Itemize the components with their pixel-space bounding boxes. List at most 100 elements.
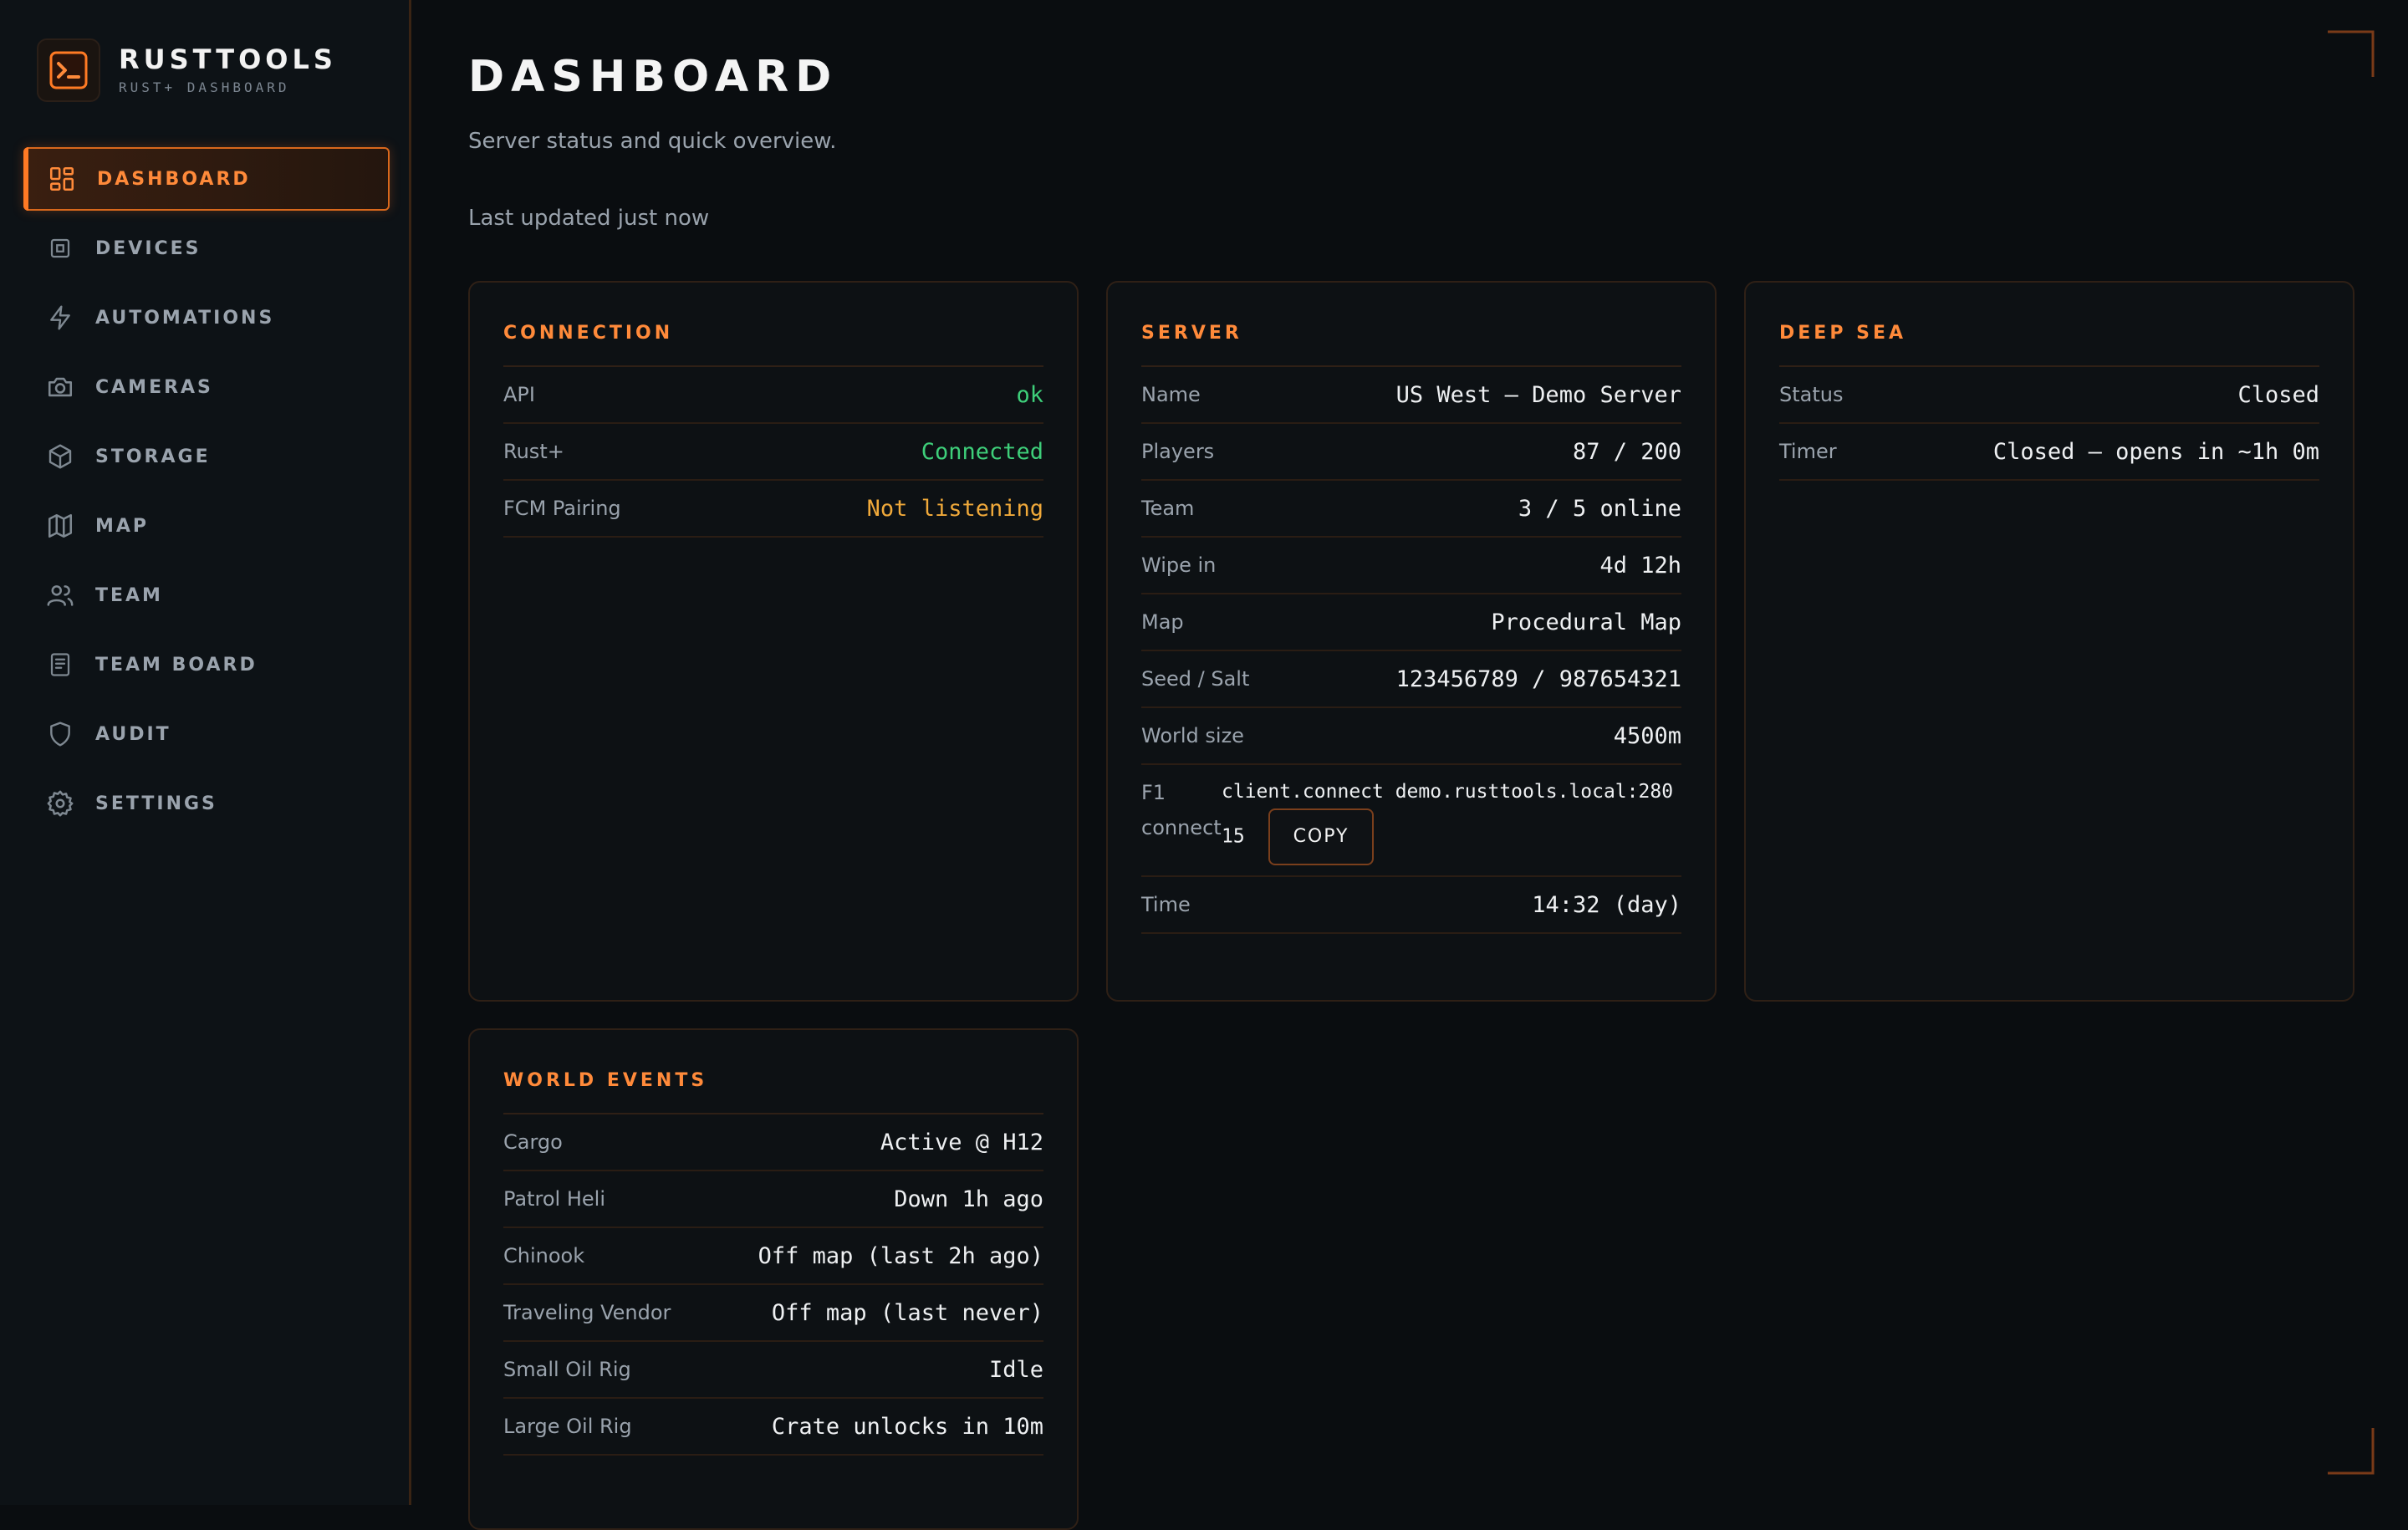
row-value: Down 1h ago [894, 1186, 1043, 1212]
page-subtitle: Server status and quick overview. [468, 129, 837, 154]
status-row-fcm: FCM Pairing Not listening [503, 481, 1043, 538]
sidebar-item-label: TEAM BOARD [95, 654, 258, 676]
sidebar-item-team-board[interactable]: TEAM BOARD [23, 633, 390, 696]
row-label: FCM Pairing [503, 497, 621, 520]
users-icon [43, 579, 77, 612]
server-row-map: Map Procedural Map [1141, 594, 1681, 651]
card-title: DEEP SEA [1779, 323, 2319, 367]
row-label: Name [1141, 383, 1201, 406]
map-icon [43, 509, 77, 543]
deepsea-row-timer: Timer Closed — opens in ~1h 0m [1779, 424, 2319, 481]
server-row-players: Players 87 / 200 [1141, 424, 1681, 481]
row-label: Map [1141, 610, 1184, 634]
sidebar-item-audit[interactable]: AUDIT [23, 702, 390, 766]
row-label: API [503, 383, 535, 406]
row-value: Idle [988, 1356, 1043, 1383]
box-icon [43, 440, 77, 473]
f1-connect-value: client.connect demo.rusttools.local:280 … [1222, 775, 1681, 865]
copy-button[interactable]: COPY [1268, 808, 1375, 865]
row-label: Large Oil Rig [503, 1415, 632, 1438]
status-row-api: API ok [503, 367, 1043, 424]
row-value: Active @ H12 [880, 1129, 1043, 1155]
row-label: Chinook [503, 1244, 585, 1267]
shield-icon [43, 717, 77, 751]
brand[interactable]: RUSTTOOLS RUST+ DASHBOARD [37, 38, 337, 102]
terminal-logo-icon [37, 38, 100, 102]
page-title: DASHBOARD [468, 52, 839, 102]
sidebar-item-map[interactable]: MAP [23, 494, 390, 558]
sidebar-item-label: MAP [95, 515, 150, 537]
bolt-icon [43, 301, 77, 334]
sidebar-item-label: CAMERAS [95, 376, 213, 398]
deep-sea-card: DEEP SEA Status Closed Timer Closed — op… [1744, 281, 2354, 1002]
sidebar-item-storage[interactable]: STORAGE [23, 425, 390, 488]
row-label: Patrol Heli [503, 1187, 605, 1211]
board-icon [43, 648, 77, 681]
sidebar-item-label: TEAM [95, 584, 163, 606]
row-value: US West — Demo Server [1395, 381, 1681, 408]
sidebar-item-label: STORAGE [95, 446, 211, 467]
sidebar-item-team[interactable]: TEAM [23, 564, 390, 627]
row-value: 4d 12h [1599, 552, 1681, 579]
row-value: ok [1016, 381, 1043, 408]
sidebar-item-label: DEVICES [95, 237, 202, 259]
server-row-world-size: World size 4500m [1141, 708, 1681, 765]
sidebar-item-cameras[interactable]: CAMERAS [23, 355, 390, 419]
chip-icon [43, 232, 77, 265]
gear-icon [43, 787, 77, 820]
row-label: Small Oil Rig [503, 1358, 631, 1381]
f1-label-line2: connect [1141, 816, 1222, 839]
status-row-rustplus: Rust+ Connected [503, 424, 1043, 481]
server-card: SERVER Name US West — Demo Server Player… [1106, 281, 1717, 1002]
server-row-f1-connect: F1 connect client.connect demo.rusttools… [1141, 765, 1681, 877]
row-value: Not listening [866, 495, 1043, 522]
event-row-large-oil-rig: Large Oil Rig Crate unlocks in 10m [503, 1399, 1043, 1456]
card-title: WORLD EVENTS [503, 1070, 1043, 1114]
row-value: Procedural Map [1491, 609, 1681, 635]
row-value: 123456789 / 987654321 [1395, 666, 1681, 692]
card-title: CONNECTION [503, 323, 1043, 367]
row-label: World size [1141, 724, 1244, 747]
row-label: Traveling Vendor [503, 1301, 671, 1324]
brand-title: RUSTTOOLS [119, 43, 337, 75]
sidebar-item-label: AUDIT [95, 723, 171, 745]
row-value: Crate unlocks in 10m [771, 1413, 1043, 1440]
row-label: Seed / Salt [1141, 667, 1250, 691]
row-label: Timer [1779, 440, 1837, 463]
sidebar-item-label: SETTINGS [95, 793, 217, 814]
row-label: Time [1141, 893, 1191, 916]
row-value: 3 / 5 online [1518, 495, 1681, 522]
sidebar-item-dashboard[interactable]: DASHBOARD [23, 147, 390, 211]
deepsea-row-status: Status Closed [1779, 367, 2319, 424]
server-row-seed: Seed / Salt 123456789 / 987654321 [1141, 651, 1681, 708]
row-value: 4500m [1613, 722, 1681, 749]
server-row-wipe: Wipe in 4d 12h [1141, 538, 1681, 594]
row-value: Closed [2237, 381, 2319, 408]
sidebar-item-settings[interactable]: SETTINGS [23, 772, 390, 835]
brand-subtitle: RUST+ DASHBOARD [119, 79, 290, 95]
sidebar-item-label: DASHBOARD [97, 168, 251, 190]
corner-bracket-bottom-icon [2328, 1428, 2375, 1475]
row-label: Status [1779, 383, 1844, 406]
connect-command-cont: 15 [1222, 825, 1245, 848]
world-events-card: WORLD EVENTS Cargo Active @ H12 Patrol H… [468, 1028, 1079, 1530]
sidebar-item-automations[interactable]: AUTOMATIONS [23, 286, 390, 349]
row-value: Closed — opens in ~1h 0m [1992, 438, 2319, 465]
grid-icon [45, 162, 79, 196]
row-label: Cargo [503, 1130, 563, 1154]
connection-card: CONNECTION API ok Rust+ Connected FCM Pa… [468, 281, 1079, 1002]
row-value: 14:32 (day) [1532, 891, 1681, 918]
sidebar-item-devices[interactable]: DEVICES [23, 217, 390, 280]
row-value: 87 / 200 [1572, 438, 1681, 465]
row-label: F1 connect [1141, 775, 1222, 845]
row-label: Players [1141, 440, 1215, 463]
event-row-chinook: Chinook Off map (last 2h ago) [503, 1228, 1043, 1285]
f1-label-line1: F1 [1141, 781, 1166, 804]
event-row-patrol-heli: Patrol Heli Down 1h ago [503, 1171, 1043, 1228]
corner-bracket-top-icon [2328, 30, 2375, 77]
server-row-name: Name US West — Demo Server [1141, 367, 1681, 424]
sidebar-item-label: AUTOMATIONS [95, 307, 275, 329]
server-row-team: Team 3 / 5 online [1141, 481, 1681, 538]
event-row-small-oil-rig: Small Oil Rig Idle [503, 1342, 1043, 1399]
main-content: DASHBOARD Server status and quick overvi… [468, 0, 2408, 1530]
